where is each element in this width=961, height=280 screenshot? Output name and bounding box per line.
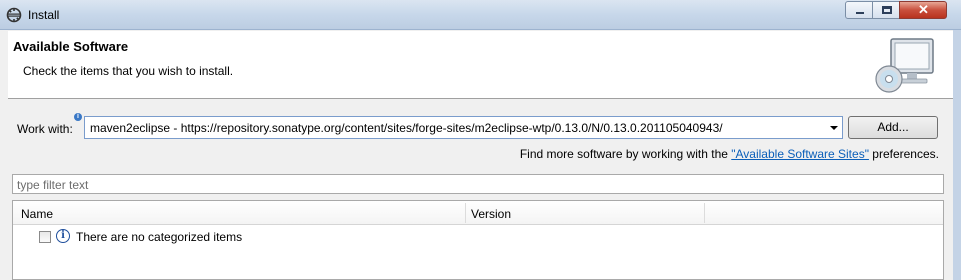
more-software-suffix: preferences. — [868, 147, 939, 161]
row-label: There are no categorized items — [76, 230, 243, 244]
close-button[interactable]: ✕ — [899, 1, 947, 19]
window-title: Install — [28, 8, 60, 22]
eclipse-app-icon — [6, 7, 22, 23]
software-install-icon — [875, 38, 934, 93]
close-icon: ✕ — [918, 2, 929, 17]
column-divider[interactable] — [465, 203, 466, 223]
minimize-icon — [856, 12, 864, 14]
title-bar[interactable]: Install ✕ — [0, 0, 961, 30]
column-header-name[interactable]: Name — [21, 207, 53, 221]
info-hint-icon: i — [74, 113, 82, 121]
info-icon: i — [56, 229, 70, 243]
table-header: Name Version — [13, 201, 943, 225]
column-header-version[interactable]: Version — [471, 207, 511, 221]
more-software-prefix: Find more software by working with the — [519, 147, 732, 161]
table-row[interactable]: i There are no categorized items — [13, 226, 943, 246]
maximize-icon — [882, 6, 892, 14]
filter-placeholder: type filter text — [17, 178, 89, 192]
chevron-down-icon[interactable] — [830, 126, 838, 130]
window-frame-edge — [953, 30, 961, 280]
column-divider[interactable] — [704, 203, 705, 223]
row-checkbox[interactable] — [39, 231, 51, 243]
install-dialog: Install ✕ Available Software Check the i… — [0, 0, 961, 280]
software-table: Name Version i There are no categorized … — [12, 200, 944, 280]
more-software-line: Find more software by working with the "… — [520, 147, 939, 161]
available-software-sites-link[interactable]: "Available Software Sites" — [731, 147, 869, 161]
filter-input[interactable]: type filter text — [12, 174, 944, 194]
work-with-value: maven2eclipse - https://repository.sonat… — [90, 121, 723, 135]
work-with-combo[interactable]: maven2eclipse - https://repository.sonat… — [84, 116, 843, 139]
minimize-button[interactable] — [845, 1, 873, 19]
header-banner: Available Software Check the items that … — [8, 31, 953, 99]
maximize-button[interactable] — [872, 1, 900, 19]
page-description: Check the items that you wish to install… — [23, 64, 234, 78]
work-with-label: Work with: — [17, 122, 73, 136]
page-title: Available Software — [13, 39, 129, 54]
add-site-button[interactable]: Add... — [848, 116, 938, 139]
